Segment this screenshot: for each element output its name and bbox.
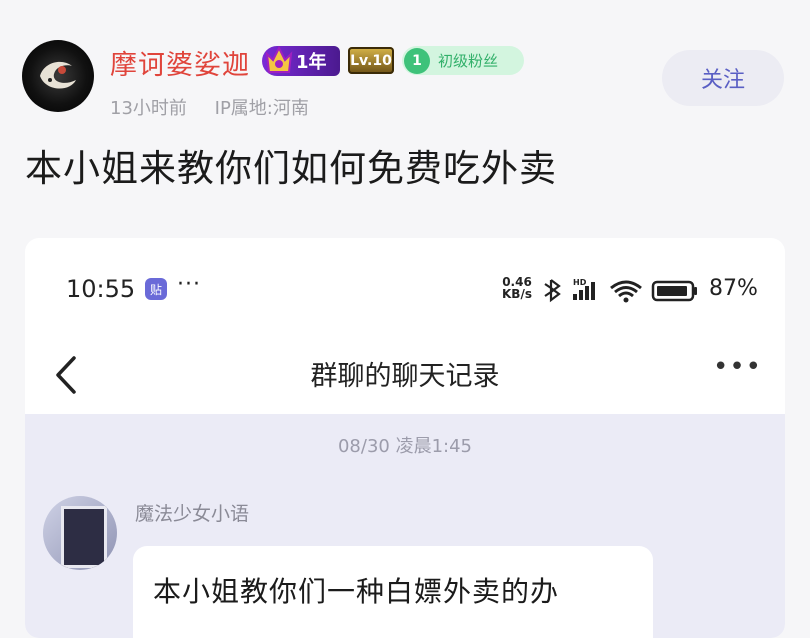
sender-avatar-image [61, 506, 107, 568]
battery-icon [651, 280, 697, 302]
network-speed: 0.46 KB/s [502, 276, 532, 300]
post-header: 摩诃婆娑迦 1年 Lv.10 1 初级粉丝 13小时前 IP属地:河南 关注 [0, 0, 810, 130]
crown-icon [265, 45, 293, 73]
membership-year-badge: 1年 [262, 45, 340, 76]
message-bubble[interactable]: 本小姐教你们一种白嫖外卖的办 [133, 546, 653, 638]
level-badge: Lv.10 [348, 47, 394, 74]
fan-level-badge: 1 初级粉丝 [402, 46, 524, 75]
avatar-art-icon [40, 61, 76, 89]
post-title: 本小姐来教你们如何免费吃外卖 [25, 147, 557, 190]
sender-avatar[interactable] [43, 496, 117, 570]
post-meta: 13小时前 IP属地:河南 [110, 94, 309, 120]
svg-text:HD: HD [573, 278, 587, 287]
chat-timestamp: 08/30 凌晨1:45 [337, 436, 472, 457]
network-speed-unit: KB/s [502, 287, 532, 301]
notification-more-icon: ··· [177, 272, 201, 297]
status-icons: HD [544, 278, 697, 303]
app-notification-icon: 贴 [145, 278, 167, 300]
badge-year-text: 1年 [296, 52, 327, 73]
wifi-icon [610, 280, 642, 303]
fan-level-label: 初级粉丝 [438, 52, 499, 70]
sender-name: 魔法少女小语 [135, 503, 250, 525]
chat-history[interactable]: 08/30 凌晨1:45 魔法少女小语 本小姐教你们一种白嫖外卖的办 [25, 414, 785, 638]
embedded-screenshot[interactable]: 10:55 贴 ··· 0.46 KB/s HD 87% 群聊的聊天记录 •••… [25, 238, 785, 638]
username[interactable]: 摩诃婆娑迦 [110, 43, 250, 82]
signal-icon: HD [573, 278, 595, 300]
status-bar: 10:55 贴 ··· 0.46 KB/s HD 87% [25, 238, 785, 338]
post-time: 13小时前 [110, 98, 187, 119]
status-time: 10:55 [66, 275, 136, 303]
fan-level-icon: 1 [404, 48, 430, 74]
more-options-icon[interactable]: ••• [713, 352, 762, 382]
battery-percent: 87% [709, 276, 758, 301]
bluetooth-icon [544, 279, 561, 303]
follow-button[interactable]: 关注 [662, 50, 784, 106]
chat-nav-bar: 群聊的聊天记录 ••• [25, 338, 785, 414]
user-avatar[interactable] [22, 40, 94, 112]
chat-title: 群聊的聊天记录 [310, 361, 500, 392]
ip-location: IP属地:河南 [214, 98, 309, 119]
